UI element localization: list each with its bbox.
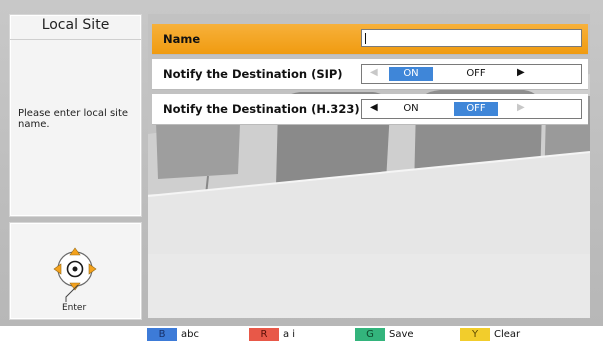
notify-h323-label: Notify the Destination (H.323)	[163, 102, 360, 116]
green-key-label: Save	[389, 329, 414, 340]
yellow-key-label: Clear	[494, 329, 521, 340]
red-key-label: a i	[283, 329, 296, 340]
green-key-button[interactable]: G Save	[355, 328, 414, 341]
green-key[interactable]: G	[355, 328, 385, 341]
blue-key-label: abc	[181, 329, 199, 340]
name-row[interactable]: Name	[152, 24, 588, 55]
right-arrow-icon[interactable]: ▶	[517, 67, 525, 78]
info-panel: Local Site Please enter local site name.	[9, 14, 142, 217]
help-text: Please enter local site name.	[18, 108, 129, 130]
settings-panel: Name Notify the Destination (SIP) ◀ ON O…	[148, 14, 590, 318]
panel-title: Local Site	[41, 17, 110, 33]
blue-key-button[interactable]: Babc	[147, 328, 199, 341]
yellow-key[interactable]: Y	[460, 328, 490, 341]
name-label: Name	[163, 32, 201, 46]
yellow-key-button[interactable]: Y Clear	[460, 328, 520, 341]
color-key-bar: Babc Ra i G Save Y Clear	[0, 326, 603, 343]
notify-sip-label: Notify the Destination (SIP)	[163, 67, 343, 81]
notify-h323-off-option[interactable]: OFF	[454, 102, 498, 116]
title-divider	[10, 39, 141, 40]
name-input[interactable]	[361, 29, 582, 47]
left-arrow-icon[interactable]: ◀	[370, 67, 378, 78]
blue-key[interactable]: B	[147, 328, 177, 341]
notify-h323-on-option[interactable]: ON	[389, 102, 433, 116]
navigation-panel: Enter	[9, 222, 142, 320]
notify-h323-row[interactable]: Notify the Destination (H.323) ◀ ON OFF …	[152, 94, 588, 125]
red-key-button[interactable]: Ra i	[249, 328, 295, 341]
notify-sip-selector[interactable]: ◀ ON OFF ▶	[361, 64, 582, 84]
right-arrow-icon[interactable]: ▶	[517, 102, 525, 113]
notify-sip-on-option[interactable]: ON	[389, 67, 433, 81]
red-key[interactable]: R	[249, 328, 279, 341]
enter-pointer-icon	[65, 284, 79, 302]
enter-label: Enter	[62, 303, 87, 313]
notify-sip-row[interactable]: Notify the Destination (SIP) ◀ ON OFF ▶	[152, 59, 588, 90]
notify-h323-selector[interactable]: ◀ ON OFF ▶	[361, 99, 582, 119]
left-arrow-icon[interactable]: ◀	[370, 102, 378, 113]
text-caret	[365, 33, 366, 44]
notify-sip-off-option[interactable]: OFF	[454, 67, 498, 81]
